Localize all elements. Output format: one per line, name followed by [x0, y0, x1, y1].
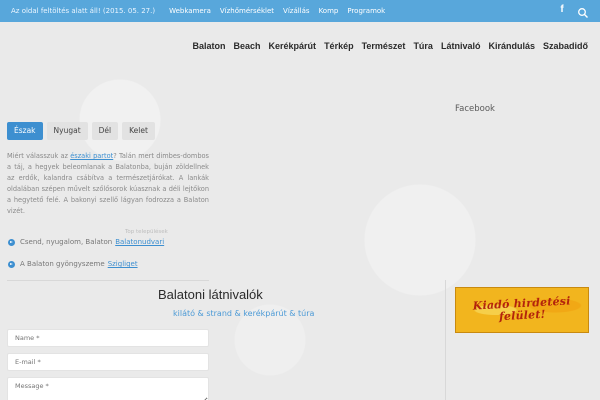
- north-shore-link[interactable]: északi partot: [70, 152, 113, 160]
- toplink-programok[interactable]: Programok: [347, 7, 385, 15]
- main-navigation: Balaton Beach Kerékpárút Térkép Természe…: [185, 41, 589, 51]
- top-bar: Az oldal feltöltés alatt áll! (2015. 05.…: [0, 0, 600, 22]
- list-item-link-balatonudvari[interactable]: Balatonudvari: [115, 238, 164, 246]
- list-item-text: A Balaton gyöngyszeme: [20, 260, 105, 268]
- list-item-link-szigliget[interactable]: Szigliget: [108, 260, 138, 268]
- nav-item-kirandulas[interactable]: Kirándulás: [488, 41, 535, 51]
- nav-item-kerekparut[interactable]: Kerékpárút: [269, 41, 317, 51]
- list-item: A Balaton gyöngyszeme Szigliget: [8, 260, 138, 268]
- nav-item-tura[interactable]: Túra: [413, 41, 433, 51]
- tab-kelet[interactable]: Kelet: [122, 122, 155, 140]
- section-subtitle: kilátó & strand & kerékpárút & túra: [173, 309, 315, 318]
- column-divider: [445, 280, 446, 400]
- intro-text-after: ? Talán mert dimbes-dombos a táj, a hegy…: [7, 152, 209, 216]
- ad-banner-text: Kiadó hirdetési felület!: [472, 294, 571, 324]
- nav-item-termeszet[interactable]: Természet: [362, 41, 406, 51]
- nav-item-szabadido[interactable]: Szabadidő: [543, 41, 588, 51]
- tab-nyugat[interactable]: Nyugat: [46, 122, 88, 140]
- list-item-text: Csend, nyugalom, Balaton: [20, 238, 113, 246]
- search-icon[interactable]: [577, 4, 589, 18]
- name-field[interactable]: [7, 329, 209, 347]
- top-settlements-heading: Top települések: [125, 229, 168, 235]
- arrow-circle-icon: [8, 238, 15, 246]
- email-field[interactable]: [7, 353, 209, 371]
- nav-item-latnivalo[interactable]: Látnivaló: [441, 41, 481, 51]
- upload-notice: Az oldal feltöltés alatt áll! (2015. 05.…: [11, 7, 156, 15]
- facebook-icon[interactable]: f: [557, 4, 567, 16]
- nav-item-terkep[interactable]: Térkép: [324, 41, 354, 51]
- toplink-vizallas[interactable]: Vízállás: [283, 7, 310, 15]
- ad-banner[interactable]: Kiadó hirdetési felület!: [455, 287, 589, 333]
- intro-text-before: Miért válasszuk az: [7, 152, 71, 160]
- section-title: Balatoni látnivalók: [158, 287, 263, 302]
- nav-item-balaton[interactable]: Balaton: [193, 41, 226, 51]
- nav-item-beach[interactable]: Beach: [234, 41, 261, 51]
- toplink-vizhomerseklet[interactable]: Vízhőmérséklet: [220, 7, 274, 15]
- section-divider: [7, 280, 209, 281]
- toplink-komp[interactable]: Komp: [319, 7, 339, 15]
- list-item: Csend, nyugalom, Balaton Balatonudvari: [8, 238, 164, 246]
- arrow-circle-icon: [8, 260, 15, 268]
- intro-paragraph: Miért válasszuk az északi partot? Talán …: [7, 151, 209, 218]
- tab-eszak[interactable]: Észak: [7, 122, 43, 140]
- region-tabs: Észak Nyugat Dél Kelet: [7, 122, 159, 140]
- facebook-widget-title: Facebook: [455, 104, 495, 114]
- toplink-webkamera[interactable]: Webkamera: [169, 7, 211, 15]
- tab-del[interactable]: Dél: [91, 122, 119, 140]
- message-field[interactable]: [7, 377, 209, 400]
